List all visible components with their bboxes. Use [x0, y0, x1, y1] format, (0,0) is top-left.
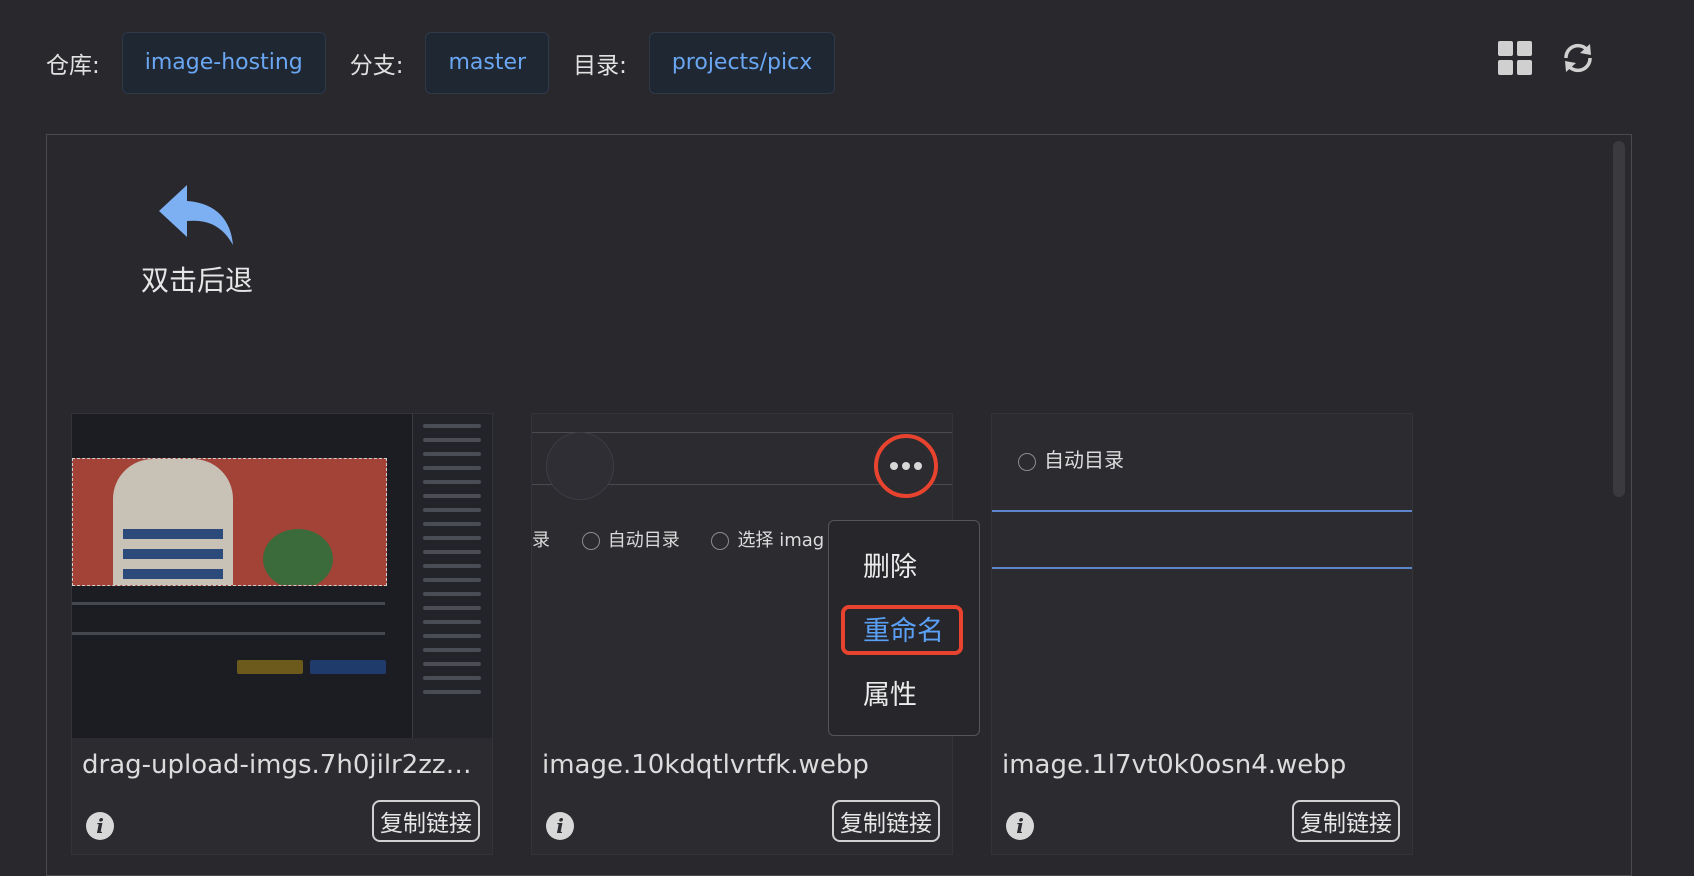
context-menu: 删除 重命名 属性	[828, 520, 980, 736]
image-card[interactable]: drag-upload-imgs.7h0jilr2zzc... i 复制链接	[71, 413, 493, 855]
radio-icon	[581, 532, 600, 550]
menu-item-rename[interactable]: 重命名	[863, 609, 944, 648]
repo-label: 仓库:	[46, 53, 100, 79]
info-icon[interactable]: i	[86, 812, 114, 840]
file-name: image.10kdqtlvrtfk.webp	[542, 750, 869, 780]
dir-chip[interactable]: projects/picx	[648, 32, 836, 94]
option-partial: 录	[532, 530, 550, 551]
file-name: drag-upload-imgs.7h0jilr2zzc...	[82, 750, 482, 780]
back-arrow-icon	[159, 185, 233, 245]
copy-link-button[interactable]: 复制链接	[1292, 800, 1400, 842]
menu-item-delete[interactable]: 删除	[863, 545, 917, 584]
branch-label: 分支:	[349, 53, 404, 79]
repo-chip[interactable]: image-hosting	[121, 32, 326, 94]
avatar-placeholder	[546, 432, 614, 500]
grid-view-icon[interactable]	[1498, 41, 1532, 75]
option-select: 选择 imag	[737, 530, 825, 551]
more-options-button[interactable]	[874, 434, 938, 498]
info-icon[interactable]: i	[1006, 812, 1034, 840]
option-auto-dir: 自动目录	[1044, 448, 1124, 472]
back-button[interactable]: 双击后退	[127, 183, 267, 299]
file-name: image.1l7vt0k0osn4.webp	[1002, 750, 1347, 780]
menu-item-properties[interactable]: 属性	[863, 673, 917, 712]
dir-label: 目录:	[573, 53, 627, 79]
copy-link-button[interactable]: 复制链接	[832, 800, 940, 842]
scrollbar[interactable]	[1613, 141, 1625, 497]
option-auto-dir: 自动目录	[607, 530, 680, 551]
repo-toolbar: 仓库: image-hosting 分支: master 目录: project…	[46, 32, 859, 94]
toolbar-icons	[1498, 40, 1596, 76]
radio-icon	[1018, 452, 1036, 471]
branch-chip[interactable]: master	[425, 32, 550, 94]
image-card[interactable]: 自动目录 image.1l7vt0k0osn4.webp i 复制链接	[991, 413, 1413, 855]
info-icon[interactable]: i	[546, 812, 574, 840]
image-thumbnail[interactable]: 自动目录	[992, 414, 1412, 738]
file-browser-panel: 双击后退 drag-upload-imgs.7h0jilr2zzc... i 复…	[46, 134, 1632, 876]
refresh-icon[interactable]	[1560, 40, 1596, 76]
image-thumbnail[interactable]	[72, 414, 492, 738]
back-label: 双击后退	[140, 264, 253, 297]
copy-link-button[interactable]: 复制链接	[372, 800, 480, 842]
radio-icon	[711, 532, 730, 550]
